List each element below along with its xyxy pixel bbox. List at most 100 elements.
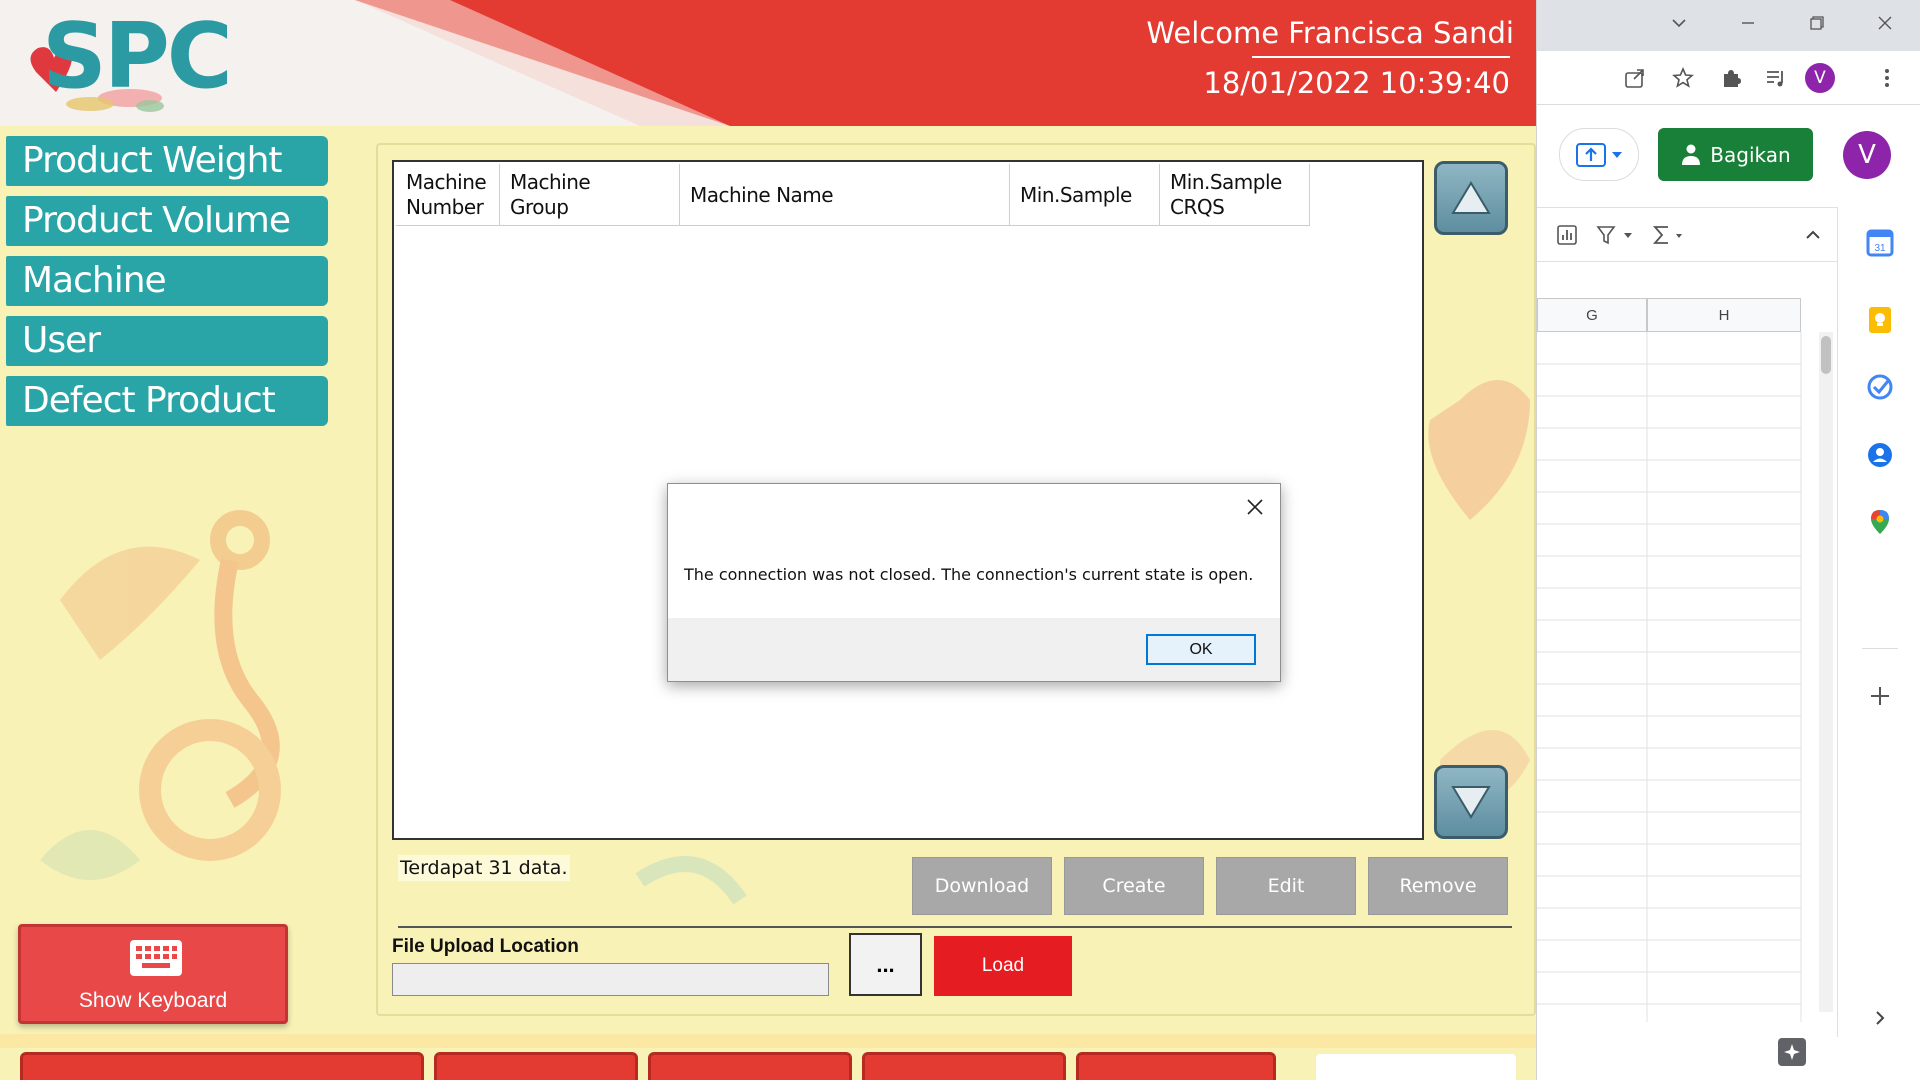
sidebar-menu: Product Weight Product Volume Machine Us… (6, 136, 328, 436)
column-header-min-sample-crqs[interactable]: Min.Sample CRQS (1160, 164, 1310, 226)
contacts-app-button[interactable] (1864, 439, 1896, 471)
media-control-button[interactable] (1762, 64, 1790, 92)
filter-button[interactable] (1593, 221, 1639, 249)
close-icon (1878, 16, 1892, 30)
restore-icon (1810, 16, 1824, 30)
sidebar-item-product-volume[interactable]: Product Volume (6, 196, 328, 246)
dialog-close-button[interactable] (1240, 492, 1270, 522)
bottom-tab-5[interactable] (1076, 1052, 1276, 1080)
sigma-icon (1653, 226, 1682, 244)
keep-app-button[interactable] (1864, 304, 1896, 336)
task-check-icon (1867, 374, 1893, 400)
column-header-min-sample[interactable]: Min.Sample (1010, 164, 1160, 226)
bottom-tab-4[interactable] (862, 1052, 1066, 1080)
star-icon (1672, 67, 1694, 88)
profile-avatar[interactable]: V (1805, 63, 1835, 93)
upload-icon (1576, 142, 1606, 167)
welcome-divider (1252, 56, 1510, 58)
triangle-up-icon (1451, 181, 1491, 214)
chevron-down-icon (1672, 19, 1686, 28)
scrollbar-thumb[interactable] (1821, 336, 1831, 374)
explore-sparkle-icon (1784, 1044, 1800, 1060)
bottom-tab-3[interactable] (648, 1052, 852, 1080)
file-upload-label: File Upload Location (392, 936, 579, 957)
maps-app-button[interactable] (1864, 506, 1896, 538)
sidebar-item-machine[interactable]: Machine (6, 256, 328, 306)
record-count-status: Terdapat 31 data. (398, 855, 570, 881)
filter-icon (1596, 226, 1632, 245)
minimize-button[interactable] (1728, 8, 1768, 38)
browse-file-button[interactable]: ... (849, 933, 922, 996)
bottom-stripe (0, 1034, 1536, 1048)
scroll-down-button[interactable] (1434, 765, 1508, 839)
minimize-icon (1742, 22, 1754, 24)
create-button[interactable]: Create (1064, 857, 1204, 915)
side-panel-divider (1862, 648, 1898, 649)
expand-side-panel-button[interactable] (1864, 1002, 1896, 1034)
sidebar-item-product-weight[interactable]: Product Weight (6, 136, 328, 186)
tasks-app-button[interactable] (1864, 371, 1896, 403)
file-upload-input[interactable] (392, 963, 829, 996)
extensions-button[interactable] (1717, 64, 1745, 92)
sidebar-item-defect-product[interactable]: Defect Product (6, 376, 328, 426)
app-header: SPC Welcome Francisca Sandi 18/01/2022 1… (0, 0, 1536, 126)
sidebar-item-user[interactable]: User (6, 316, 328, 366)
calendar-app-button[interactable]: 31 (1864, 227, 1896, 259)
show-keyboard-label: Show Keyboard (78, 989, 228, 1012)
bottom-tab-2[interactable] (434, 1052, 638, 1080)
datetime-text: 18/01/2022 10:39:40 (1203, 66, 1510, 100)
dialog-ok-button[interactable]: OK (1146, 634, 1256, 665)
chart-icon (1557, 225, 1577, 245)
map-pin-icon (1871, 510, 1889, 534)
triangle-down-icon (1451, 786, 1491, 819)
welcome-text: Welcome Francisca Sandi (1146, 16, 1514, 50)
chevron-right-icon (1876, 1011, 1885, 1025)
playlist-icon (1767, 71, 1783, 87)
account-avatar[interactable]: V (1843, 131, 1891, 179)
collapse-toolbar-button[interactable] (1799, 221, 1827, 249)
column-header-machine-group[interactable]: Machine Group (500, 164, 680, 226)
share-icon (1625, 69, 1644, 88)
side-panel: 31 (1837, 207, 1920, 1037)
spreadsheet-grid[interactable] (1537, 332, 1802, 1022)
insert-chart-button[interactable] (1553, 221, 1581, 249)
bookmark-button[interactable] (1669, 64, 1697, 92)
remove-button[interactable]: Remove (1368, 857, 1508, 915)
svg-text:31: 31 (1874, 243, 1886, 254)
tab-search-button[interactable] (1659, 8, 1699, 38)
column-header-machine-number[interactable]: Machine Number (396, 164, 500, 226)
share-button[interactable]: Bagikan (1658, 128, 1813, 181)
chevron-up-icon (1806, 230, 1820, 239)
spc-logo: SPC (20, 4, 233, 118)
logo-text: SPC (42, 4, 233, 109)
explore-button[interactable] (1778, 1038, 1806, 1066)
column-header-g[interactable]: G (1537, 298, 1647, 332)
browser-window: V Bagikan V G H 31 (1536, 0, 1920, 1080)
bottom-panel-white (1316, 1054, 1516, 1080)
functions-button[interactable] (1649, 221, 1695, 249)
browser-menu-button[interactable] (1873, 64, 1901, 92)
vertical-scrollbar[interactable] (1819, 332, 1833, 1012)
share-label: Bagikan (1710, 142, 1791, 167)
dialog-message: The connection was not closed. The conne… (684, 565, 1254, 584)
load-button[interactable]: Load (934, 936, 1072, 996)
puzzle-icon (1724, 70, 1741, 87)
edit-button[interactable]: Edit (1216, 857, 1356, 915)
bottom-tab-1[interactable] (20, 1052, 424, 1080)
move-to-drive-button[interactable] (1559, 128, 1639, 181)
share-page-button[interactable] (1621, 64, 1649, 92)
dialog-footer: OK (668, 618, 1280, 681)
restore-button[interactable] (1797, 8, 1837, 38)
close-icon (1247, 499, 1263, 515)
column-header-machine-name[interactable]: Machine Name (680, 164, 1010, 226)
sheets-toolbar (1537, 207, 1837, 262)
show-keyboard-button[interactable]: Show Keyboard (18, 924, 288, 1024)
browser-toolbar: V (1537, 51, 1920, 105)
contact-person-icon (1868, 443, 1892, 467)
scroll-up-button[interactable] (1434, 161, 1508, 235)
keyboard-icon (130, 940, 182, 976)
download-button[interactable]: Download (912, 857, 1052, 915)
close-window-button[interactable] (1865, 8, 1905, 38)
get-addons-button[interactable] (1864, 680, 1896, 712)
column-header-h[interactable]: H (1647, 298, 1801, 332)
